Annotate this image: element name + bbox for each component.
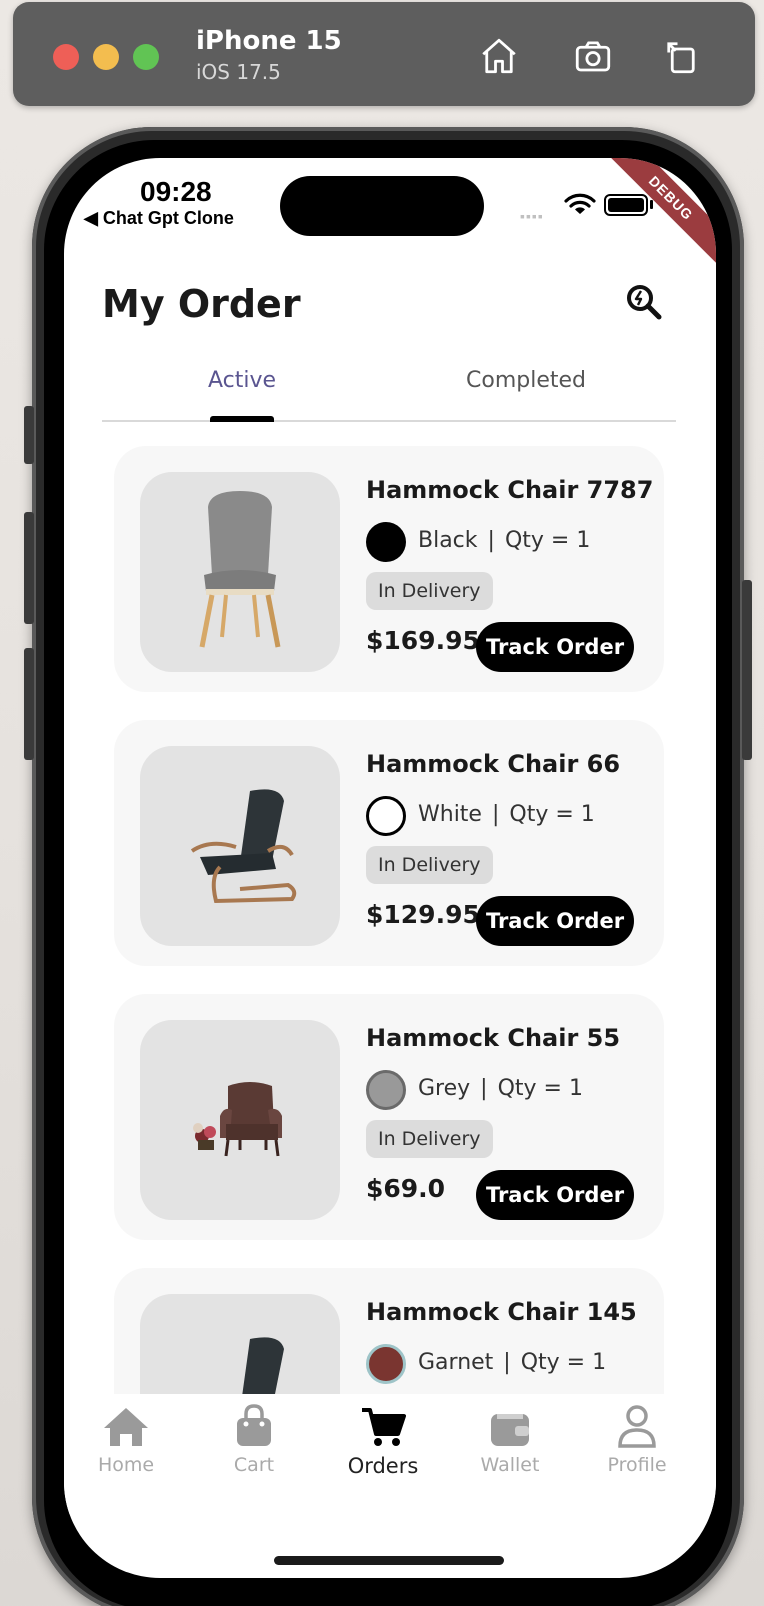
status-time: 09:28 [140,176,212,207]
simulator-device-name: iPhone 15 [196,26,342,56]
profile-icon [582,1394,692,1454]
quantity: Qty = 1 [520,1350,607,1375]
tab-indicator [210,416,274,422]
separator: | [487,528,495,553]
home-button[interactable] [475,32,523,80]
order-card[interactable]: Hammock Chair 145 Garnet | Qty = 1 [114,1268,664,1394]
order-card[interactable]: Hammock Chair 7787 Black | Qty = 1 In Deli… [114,446,664,692]
color-name: Black [418,528,478,553]
simulator-toolbar: iPhone 15 iOS 17.5 [13,2,755,106]
zoom-window-button[interactable] [133,44,159,70]
product-price: $129.95 [366,900,480,929]
bottom-navigation: Home Cart Orders Wallet Profile [64,1394,716,1514]
product-price: $169.95 [366,626,480,655]
nav-label-cart: Cart [233,1454,275,1476]
quantity: Qty = 1 [497,1076,583,1101]
minimize-window-button[interactable] [93,44,119,70]
dynamic-island [280,176,484,236]
track-order-button[interactable]: Track Order [476,1170,634,1220]
power-button [742,580,752,760]
status-badge: In Delivery [366,1120,493,1158]
color-swatch [366,1344,406,1384]
battery-tip [650,200,653,209]
color-swatch [366,522,406,562]
chair-image [190,789,297,904]
chair-image [242,1337,284,1394]
search-icon [627,285,662,320]
separator: | [480,1076,488,1101]
order-card[interactable]: Hammock Chair 55 Grey | Qty = 1 In Deliver… [114,994,664,1240]
product-name: Hammock Chair 145 [366,1298,637,1326]
product-name: Hammock Chair 55 [366,1024,621,1052]
close-window-button[interactable] [53,44,79,70]
status-badge: In Delivery [366,846,493,884]
order-tabs: Active Completed [102,358,676,422]
wallet-icon [455,1394,565,1454]
color-swatch [366,1070,406,1110]
cart-icon [328,1394,438,1454]
product-image [140,1020,340,1220]
home-icon [71,1394,181,1454]
signal-icon: ▪▪▪▪ [520,208,544,224]
quantity: Qty = 1 [504,528,591,553]
volume-up-button [24,512,34,624]
rotate-icon [667,42,695,74]
back-to-app-link[interactable]: ◀ Chat Gpt Clone [84,208,234,229]
search-button[interactable] [624,282,664,322]
color-name: White [418,802,482,827]
product-image [140,1294,340,1394]
home-indicator [274,1556,504,1565]
product-meta: Garnet | Qty = 1 [418,1350,606,1375]
status-badge: In Delivery [366,572,493,610]
phone-screen: 09:28 ◀ Chat Gpt Clone ▪▪▪▪ DEBUG My Ord… [64,158,716,1578]
chair-image [193,1082,282,1157]
separator: | [491,802,500,827]
product-meta: White | Qty = 1 [418,802,595,827]
order-list: Hammock Chair 7787 Black | Qty = 1 In Deli… [114,446,664,1394]
quantity: Qty = 1 [509,802,595,827]
wifi-icon [564,193,596,214]
color-name: Grey [418,1076,471,1101]
product-name: Hammock Chair 7787 [366,476,654,504]
home-icon [482,38,516,74]
tab-active[interactable]: Active [208,368,276,393]
bag-icon [199,1394,309,1454]
nav-label-wallet: Wallet [480,1454,540,1476]
separator: | [503,1350,511,1375]
nav-item-cart[interactable]: Cart [199,1394,309,1476]
volume-down-button [24,648,34,760]
product-image [140,746,340,946]
color-swatch [366,796,406,836]
order-card[interactable]: Hammock Chair 66 White | Qty = 1 In Delive… [114,720,664,966]
rotate-button[interactable] [657,32,705,80]
nav-item-profile[interactable]: Profile [582,1394,692,1476]
product-image [140,472,340,672]
chair-image [199,491,281,648]
battery-icon [604,194,648,216]
product-price: $69.0 [366,1174,446,1203]
screenshot-button[interactable] [569,32,617,80]
simulator-os-version: iOS 17.5 [196,60,281,84]
mute-switch [24,406,34,464]
nav-item-orders[interactable]: Orders [328,1394,438,1478]
screenshot-icon [575,41,611,72]
color-name: Garnet [418,1350,494,1375]
product-meta: Grey | Qty = 1 [418,1076,583,1101]
page-title: My Order [102,282,301,326]
track-order-button[interactable]: Track Order [476,896,634,946]
nav-item-home[interactable]: Home [71,1394,181,1476]
product-meta: Black | Qty = 1 [418,528,590,553]
tab-completed[interactable]: Completed [466,368,586,393]
nav-label-orders: Orders [347,1454,419,1478]
product-name: Hammock Chair 66 [366,750,621,778]
nav-item-wallet[interactable]: Wallet [455,1394,565,1476]
nav-label-home: Home [97,1454,155,1476]
track-order-button[interactable]: Track Order [476,622,634,672]
nav-label-profile: Profile [607,1454,667,1476]
